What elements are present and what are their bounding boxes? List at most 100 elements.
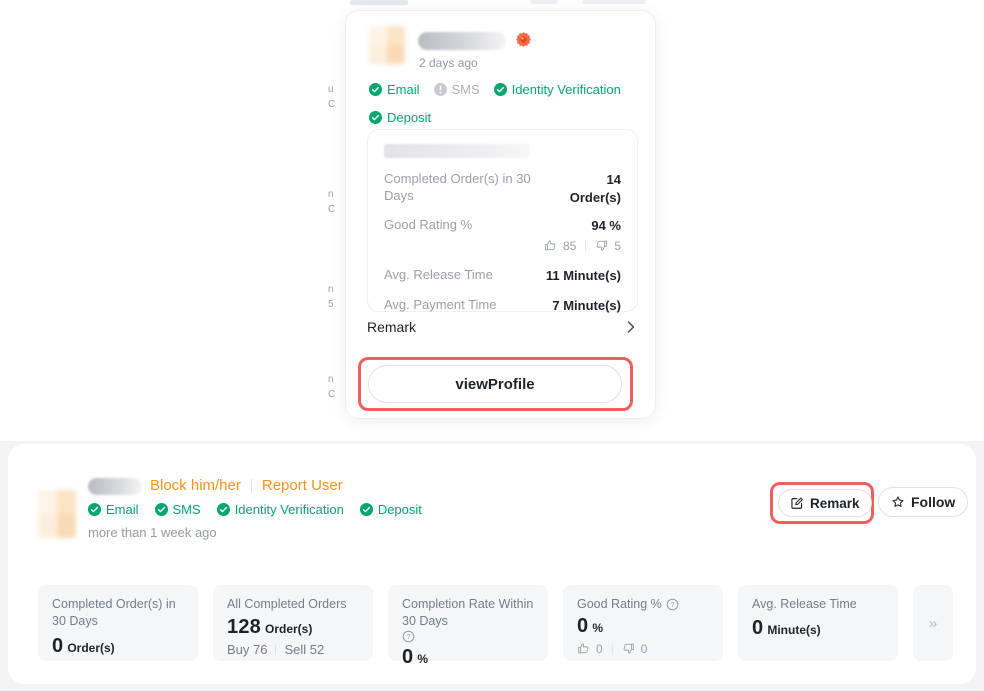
- stat-row-payment-time: Avg. Payment Time 7 Minute(s): [384, 297, 621, 315]
- stat-card-title: Avg. Release Time: [752, 596, 857, 613]
- help-circle-icon[interactable]: [666, 598, 679, 611]
- more-stats-button[interactable]: »: [913, 585, 953, 661]
- remark-button[interactable]: Remark: [778, 489, 872, 517]
- stat-card-value: 0: [577, 615, 588, 638]
- stat-card-unit: %: [592, 621, 603, 635]
- stat-value: 14 Order(s): [570, 171, 621, 206]
- rating-thumbs: 0 0: [577, 642, 709, 656]
- badge-deposit: Deposit: [369, 110, 431, 125]
- check-circle-icon: [155, 503, 168, 516]
- double-chevron-right-icon: »: [929, 615, 937, 632]
- stat-row-good-rating: Good Rating % 94 % 85 5: [384, 217, 621, 254]
- advertiser-profile-panel: Block him/her Report User Email SMS Iden…: [8, 444, 976, 684]
- stat-card-title: Completed Order(s) in 30 Days: [52, 596, 184, 630]
- sell-count: Sell 52: [284, 642, 324, 657]
- badge-label: Identity Verification: [235, 502, 344, 517]
- check-circle-icon: [217, 503, 230, 516]
- user-actions-links: Block him/her Report User: [150, 477, 343, 494]
- avatar: [369, 26, 405, 64]
- background-text-smudge: [582, 0, 646, 4]
- stat-value-number: 14: [570, 171, 621, 189]
- background-text-fragment: n: [328, 375, 334, 385]
- stat-row-completed-orders: Completed Order(s) in 30 Days 14 Order(s…: [384, 171, 621, 206]
- divider: [585, 240, 586, 251]
- verification-badges-row: Email SMS Identity Verification: [369, 82, 621, 97]
- divider: [275, 644, 276, 655]
- rating-thumbs: 85 5: [544, 238, 621, 254]
- stat-value-number: 94 %: [544, 217, 621, 235]
- stat-value: 7 Minute(s): [552, 297, 621, 315]
- background-text-fragment: C: [328, 205, 335, 215]
- check-circle-icon: [369, 83, 382, 96]
- stat-card-value: 0: [52, 635, 63, 658]
- background-text-fragment: C: [328, 100, 335, 110]
- badge-label: Email: [387, 82, 420, 97]
- last-seen-text: 2 days ago: [419, 56, 478, 70]
- buy-count: Buy 76: [227, 642, 267, 657]
- stat-card-unit: Minute(s): [767, 623, 820, 637]
- check-circle-icon: [88, 503, 101, 516]
- badge-identity-verification: Identity Verification: [217, 502, 344, 517]
- advertiser-stats-box: Completed Order(s) in 30 Days 14 Order(s…: [367, 129, 638, 312]
- divider: [612, 643, 613, 654]
- verification-badges-row: Email SMS Identity Verification Deposit: [88, 502, 422, 517]
- badge-label: SMS: [452, 82, 480, 97]
- badge-label: Identity Verification: [512, 82, 621, 97]
- background-text-fragment: 5: [328, 300, 334, 310]
- stat-card-unit: %: [417, 652, 428, 666]
- profile-section-background: Block him/her Report User Email SMS Iden…: [0, 441, 984, 691]
- badge-identity-verification: Identity Verification: [494, 82, 621, 97]
- verification-badges-row-2: Deposit: [369, 110, 431, 125]
- view-profile-label: viewProfile: [455, 376, 534, 393]
- thumbs-up-count: 0: [596, 642, 603, 656]
- stat-card-all-completed: All Completed Orders 128 Order(s) Buy 76…: [213, 585, 373, 661]
- follow-button[interactable]: Follow: [878, 487, 968, 517]
- badge-label: SMS: [173, 502, 201, 517]
- stat-value: 11 Minute(s): [546, 267, 621, 285]
- badge-label: Deposit: [378, 502, 422, 517]
- report-user-link[interactable]: Report User: [262, 477, 343, 494]
- stat-card-value: 0: [402, 646, 413, 669]
- thumb-up-icon: [544, 239, 557, 252]
- stat-card-good-rating: Good Rating % 0 % 0 0: [563, 585, 723, 661]
- last-seen-text: more than 1 week ago: [88, 525, 217, 540]
- stat-value-unit: Order(s): [570, 189, 621, 207]
- stat-label: Completed Order(s) in 30 Days: [384, 171, 534, 205]
- merchant-seal-icon: [516, 32, 531, 47]
- check-circle-icon: [369, 111, 382, 124]
- stat-card-value: 0: [752, 617, 763, 640]
- badge-email: Email: [369, 82, 420, 97]
- view-profile-button[interactable]: viewProfile: [368, 365, 622, 403]
- avatar: [38, 490, 76, 538]
- thumb-down-icon: [595, 239, 608, 252]
- stat-card-completion-rate: Completion Rate Within 30 Days 0 %: [388, 585, 548, 661]
- buy-sell-breakdown: Buy 76 Sell 52: [227, 642, 359, 657]
- exclamation-circle-icon: [434, 83, 447, 96]
- stat-card-title: Good Rating %: [577, 596, 662, 613]
- pencil-square-icon: [790, 496, 804, 510]
- stat-card-completed-30d: Completed Order(s) in 30 Days 0 Order(s): [38, 585, 198, 661]
- advertiser-popup-card: 2 days ago Email SMS Identity Verificati…: [345, 10, 656, 419]
- star-icon: [891, 495, 905, 509]
- background-text-smudge: [530, 0, 558, 4]
- background-text-fragment: n: [328, 285, 334, 295]
- remark-row[interactable]: Remark: [367, 319, 635, 335]
- stat-card-unit: Order(s): [265, 622, 312, 636]
- stat-card-unit: Order(s): [67, 641, 114, 655]
- background-text-fragment: C: [328, 390, 335, 400]
- stat-card-title: All Completed Orders: [227, 596, 347, 613]
- thumb-down-icon: [622, 642, 635, 655]
- help-circle-icon[interactable]: [402, 630, 415, 643]
- badge-label: Email: [106, 502, 139, 517]
- check-circle-icon: [494, 83, 507, 96]
- advertiser-name-redacted: [418, 32, 506, 50]
- stat-label: Avg. Payment Time: [384, 297, 496, 314]
- chevron-right-icon[interactable]: [627, 321, 635, 333]
- stat-label: Good Rating %: [384, 217, 472, 234]
- badge-deposit: Deposit: [360, 502, 422, 517]
- background-text-smudge: [350, 0, 408, 5]
- block-user-link[interactable]: Block him/her: [150, 477, 241, 494]
- background-text-fragment: u: [328, 85, 334, 95]
- stat-card-release-time: Avg. Release Time 0 Minute(s): [738, 585, 898, 661]
- badge-sms: SMS: [155, 502, 201, 517]
